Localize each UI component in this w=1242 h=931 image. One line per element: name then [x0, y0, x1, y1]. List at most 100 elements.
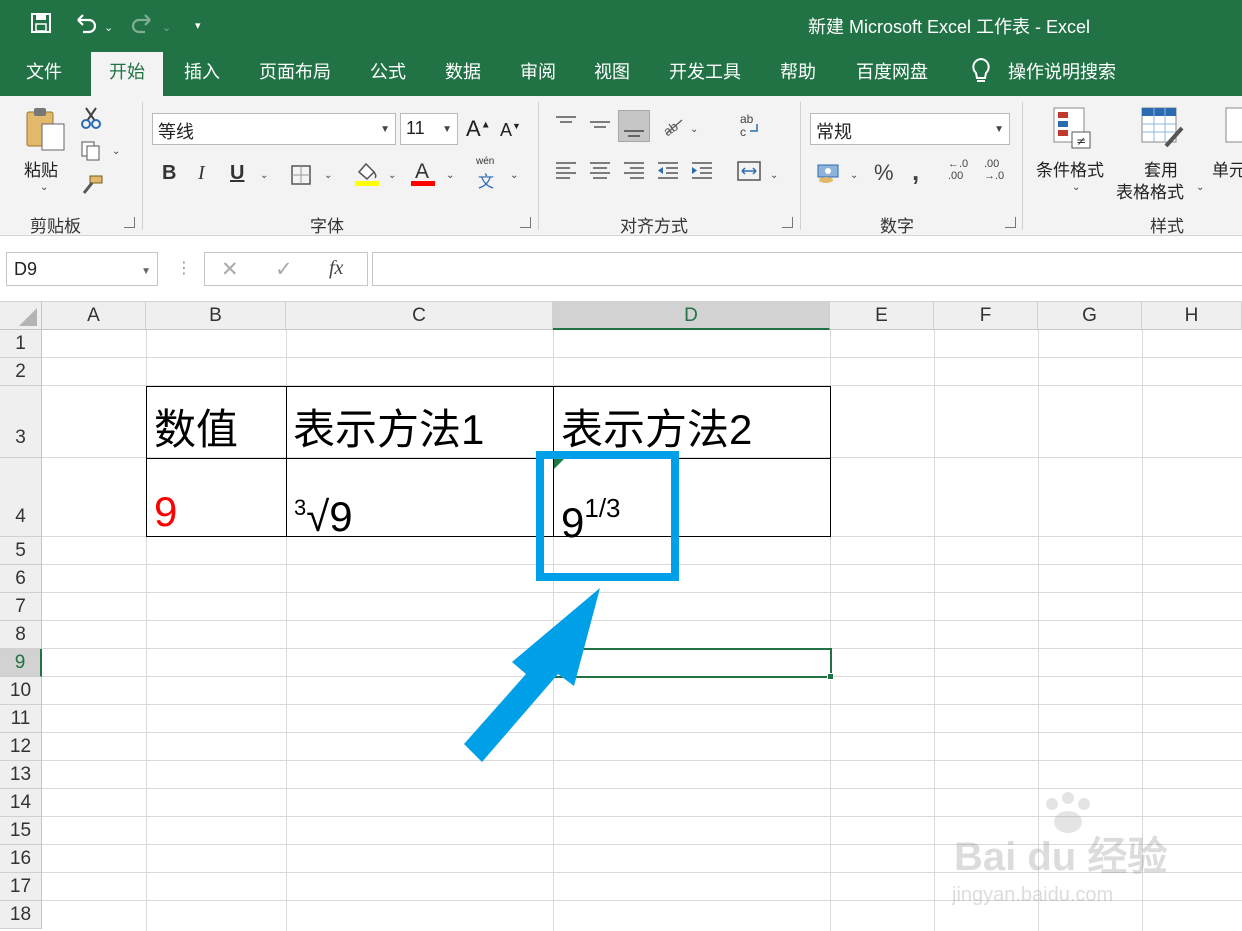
phonetic-guide-icon[interactable]: 文	[478, 168, 494, 192]
border-dropdown-icon[interactable]: ⌄	[324, 170, 332, 181]
redo-dropdown-icon[interactable]: ⌄	[162, 16, 171, 40]
row-header-18[interactable]: 18	[0, 901, 42, 929]
save-icon[interactable]	[30, 12, 52, 40]
row-header-6[interactable]: 6	[0, 565, 42, 593]
format-as-table-button[interactable]: 表格格式	[1116, 178, 1184, 203]
row-header-14[interactable]: 14	[0, 789, 42, 817]
increase-indent-icon[interactable]	[690, 160, 714, 187]
row-header-11[interactable]: 11	[0, 705, 42, 733]
paste-button[interactable]: 粘贴	[24, 156, 58, 181]
row-header-17[interactable]: 17	[0, 873, 42, 901]
increase-decimal-button[interactable]: ←.0 .00	[948, 158, 968, 182]
cancel-icon[interactable]: ✕	[221, 257, 239, 282]
font-size-select[interactable]: 11 ▼	[400, 113, 458, 145]
conditional-formatting-icon[interactable]: ≠	[1052, 106, 1094, 155]
italic-button[interactable]: I	[198, 162, 205, 185]
column-header-c[interactable]: C	[286, 302, 553, 330]
wrap-text-icon[interactable]: ab c	[738, 112, 762, 143]
row-header-15[interactable]: 15	[0, 817, 42, 845]
row-header-3[interactable]: 3	[0, 386, 42, 458]
column-header-e[interactable]: E	[830, 302, 934, 330]
tab-formulas[interactable]: 公式	[370, 60, 406, 84]
column-header-g[interactable]: G	[1038, 302, 1142, 330]
fill-color-dropdown-icon[interactable]: ⌄	[388, 170, 396, 181]
number-format-select[interactable]: 常规 ▼	[810, 113, 1010, 145]
row-header-12[interactable]: 12	[0, 733, 42, 761]
tab-help[interactable]: 帮助	[780, 60, 816, 84]
cell-c3[interactable]: 表示方法1	[293, 406, 484, 454]
border-icon[interactable]	[290, 164, 312, 191]
increase-font-icon[interactable]: A▲	[466, 116, 491, 142]
undo-icon[interactable]	[74, 12, 98, 40]
row-header-4[interactable]: 4	[0, 458, 42, 537]
copy-icon[interactable]	[80, 140, 102, 167]
row-header-7[interactable]: 7	[0, 593, 42, 621]
number-launcher-icon[interactable]	[1005, 217, 1016, 228]
cut-icon[interactable]	[80, 106, 102, 135]
column-header-b[interactable]: B	[146, 302, 286, 330]
conditional-formatting-button[interactable]: 条件格式	[1036, 156, 1104, 181]
fill-color-icon[interactable]	[354, 160, 380, 193]
align-middle-icon[interactable]	[588, 114, 612, 139]
enter-icon[interactable]: ✓	[275, 257, 293, 282]
merge-center-icon[interactable]	[736, 160, 762, 187]
decrease-decimal-button[interactable]: .00 →.0	[984, 158, 1004, 182]
row-header-8[interactable]: 8	[0, 621, 42, 649]
tab-developer[interactable]: 开发工具	[669, 60, 741, 84]
tab-view[interactable]: 视图	[594, 60, 630, 84]
align-bottom-icon[interactable]	[618, 110, 650, 142]
insert-function-icon[interactable]: fx	[329, 257, 343, 280]
paste-icon[interactable]	[24, 106, 68, 157]
row-header-9[interactable]: 9	[0, 649, 42, 677]
accounting-dropdown-icon[interactable]: ⌄	[850, 170, 858, 181]
fill-handle[interactable]	[827, 673, 834, 680]
tell-me-search[interactable]: 操作说明搜索	[1008, 60, 1116, 84]
font-color-icon[interactable]: A	[410, 158, 436, 193]
formula-input[interactable]	[372, 252, 1242, 286]
cell-c4[interactable]: 3√9	[294, 484, 353, 541]
tab-baidu-netdisk[interactable]: 百度网盘	[856, 60, 928, 84]
select-all-button[interactable]	[0, 302, 42, 330]
font-launcher-icon[interactable]	[520, 217, 531, 228]
align-left-icon[interactable]	[554, 160, 578, 187]
customize-icon[interactable]: ▾	[195, 14, 201, 38]
align-right-icon[interactable]	[622, 160, 646, 187]
column-header-a[interactable]: A	[42, 302, 146, 330]
cell-b4[interactable]: 9	[154, 488, 177, 536]
column-header-d[interactable]: D	[553, 302, 830, 330]
comma-button[interactable]: ,	[912, 156, 919, 187]
paste-dropdown-icon[interactable]: ⌄	[40, 182, 48, 193]
column-header-h[interactable]: H	[1142, 302, 1242, 330]
align-center-icon[interactable]	[588, 160, 612, 187]
cell-b3[interactable]: 数值	[154, 406, 238, 454]
phonetic-dropdown-icon[interactable]: ⌄	[510, 170, 518, 181]
tab-review[interactable]: 审阅	[520, 60, 556, 84]
format-painter-icon[interactable]	[80, 174, 104, 201]
conditional-dropdown-icon[interactable]: ⌄	[1072, 182, 1080, 193]
alignment-launcher-icon[interactable]	[782, 217, 793, 228]
align-top-icon[interactable]	[554, 114, 578, 139]
row-header-5[interactable]: 5	[0, 537, 42, 565]
font-color-dropdown-icon[interactable]: ⌄	[446, 170, 454, 181]
tab-home[interactable]: 开始	[91, 52, 163, 96]
merge-dropdown-icon[interactable]: ⌄	[770, 170, 778, 181]
tab-file[interactable]: 文件	[26, 60, 62, 84]
formula-bar-grip[interactable]: ⋮	[176, 258, 192, 278]
decrease-indent-icon[interactable]	[656, 160, 680, 187]
underline-dropdown-icon[interactable]: ⌄	[260, 170, 268, 181]
row-header-1[interactable]: 1	[0, 330, 42, 358]
row-header-10[interactable]: 10	[0, 677, 42, 705]
tab-insert[interactable]: 插入	[184, 60, 220, 84]
font-name-select[interactable]: 等线 ▼	[152, 113, 396, 145]
orientation-icon[interactable]: ab	[660, 114, 686, 141]
format-as-table-icon[interactable]	[1140, 106, 1186, 155]
format-table-dropdown-icon[interactable]: ⌄	[1196, 182, 1204, 193]
bold-button[interactable]: B	[162, 162, 176, 185]
cell-styles-button[interactable]: 单元	[1212, 156, 1242, 181]
row-header-2[interactable]: 2	[0, 358, 42, 386]
accounting-format-icon[interactable]	[816, 162, 842, 189]
decrease-font-icon[interactable]: A▼	[500, 120, 521, 141]
tab-page-layout[interactable]: 页面布局	[259, 60, 331, 84]
column-header-f[interactable]: F	[934, 302, 1038, 330]
redo-icon[interactable]	[130, 12, 154, 40]
